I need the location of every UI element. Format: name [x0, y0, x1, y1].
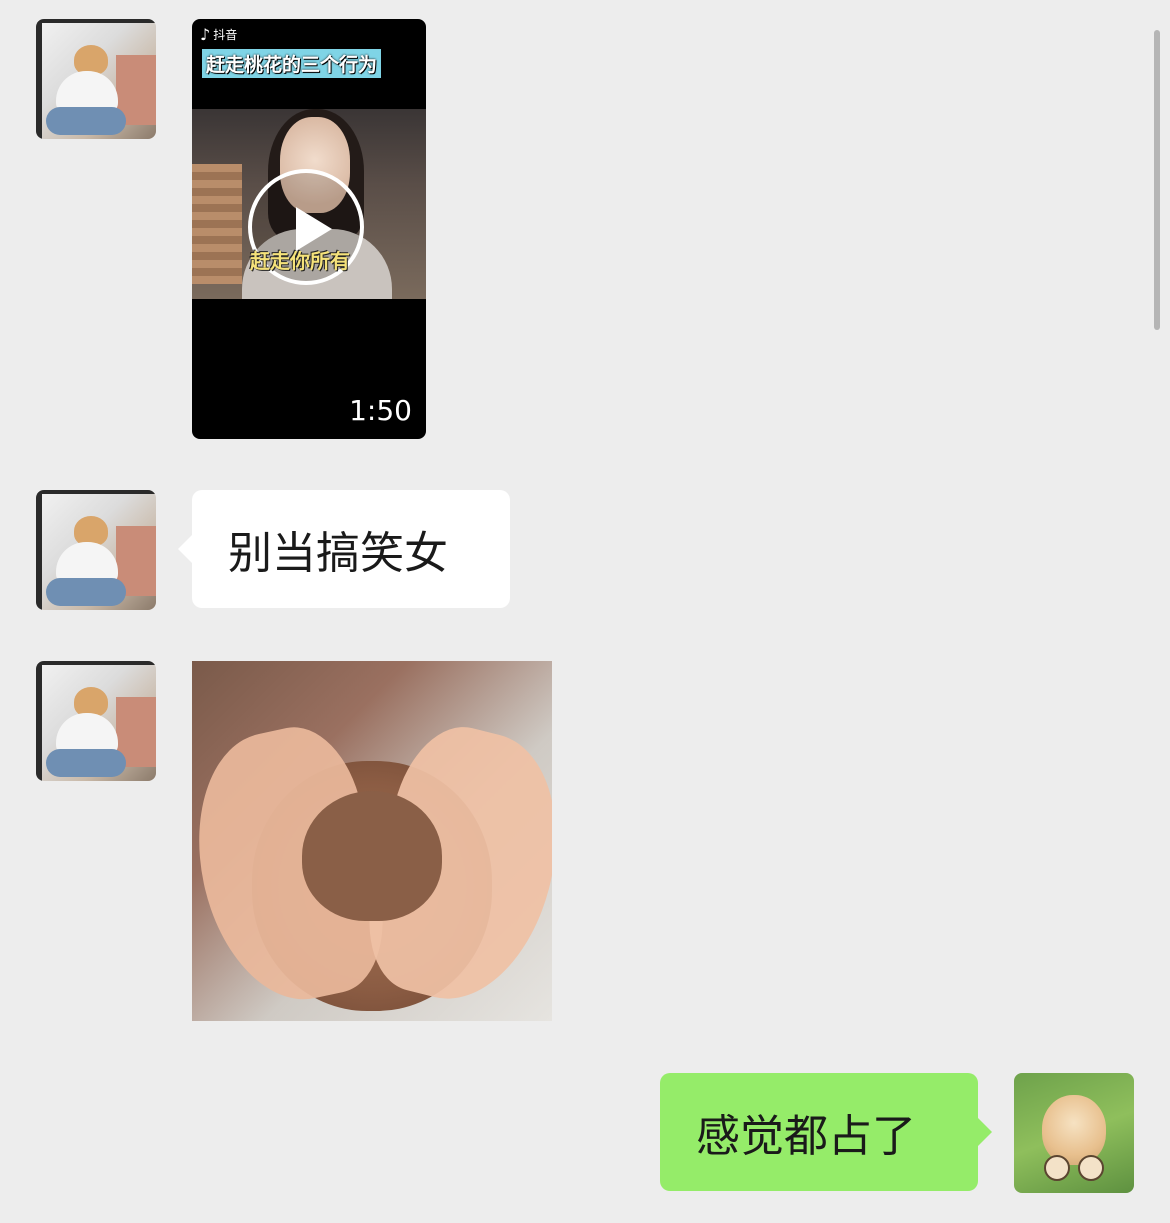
message-text: 感觉都占了: [696, 1111, 916, 1162]
tiktok-icon: ♪: [200, 25, 211, 44]
my-avatar[interactable]: [1014, 1073, 1134, 1193]
contact-avatar[interactable]: [36, 19, 156, 139]
video-subtitle: 赶走你所有: [250, 249, 350, 273]
dog-face-shape: [1042, 1095, 1106, 1165]
avatar-figure-legs: [46, 578, 126, 606]
message-text: 别当搞笑女: [228, 528, 448, 579]
outgoing-text-bubble[interactable]: 感觉都占了: [660, 1073, 992, 1191]
dog-paw-shape: [1078, 1155, 1104, 1181]
heart-gap-shape: [302, 791, 442, 921]
contact-avatar[interactable]: [36, 490, 156, 610]
video-duration: 1:50: [349, 394, 412, 427]
scrollbar[interactable]: [1154, 30, 1160, 330]
dog-paw-shape: [1044, 1155, 1070, 1181]
image-message[interactable]: [192, 661, 552, 1021]
platform-label: 抖音: [213, 28, 238, 42]
thumbnail-lamp: [192, 164, 242, 284]
video-title: 赶走桃花的三个行为: [202, 49, 382, 78]
video-message[interactable]: ♪ 抖音 赶走桃花的三个行为 赶走你所有 1:50: [192, 19, 426, 439]
avatar-figure-legs: [46, 749, 126, 777]
avatar-figure-legs: [46, 107, 126, 135]
platform-badge: ♪ 抖音: [200, 25, 237, 44]
incoming-text-bubble[interactable]: 别当搞笑女: [178, 490, 510, 608]
contact-avatar[interactable]: [36, 661, 156, 781]
